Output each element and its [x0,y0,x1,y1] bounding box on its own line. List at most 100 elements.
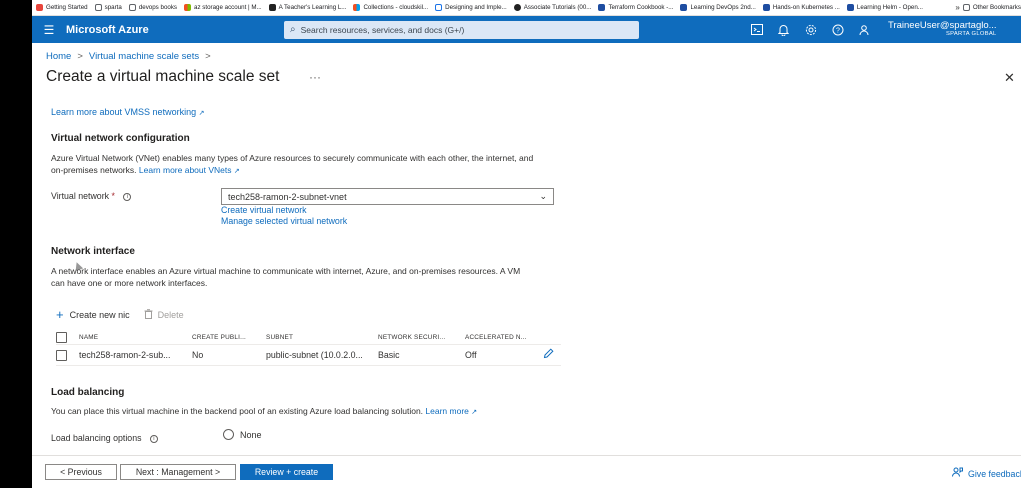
bookmark-hands-on-k8s[interactable]: Hands-on Kubernetes ... [762,4,840,11]
review-create-button[interactable]: Review + create [240,464,333,480]
vnet-selected-value: tech258-ramon-2-subnet-vnet [228,191,347,202]
column-header-name[interactable]: NAME [79,334,192,341]
page-title: Create a virtual machine scale set [46,68,280,85]
shield-icon [680,4,688,11]
wizard-footer: < Previous Next : Management > Review + … [32,455,1021,488]
bookmark-terraform[interactable]: Terraform Cookbook -... [598,4,673,11]
shield-icon [598,4,606,11]
folder-icon [962,4,970,11]
double-chevron-right-icon[interactable]: » [955,3,959,12]
create-nic-button[interactable]: + Create new nic [56,307,130,322]
bookmark-associate[interactable]: Associate Tutorials (00... [513,4,591,11]
plus-icon: + [56,307,64,322]
bookmark-sparta[interactable]: sparta [94,4,122,11]
breadcrumb-separator: > [77,51,83,62]
chevron-down-icon: ⌄ [539,191,547,201]
nic-description: A network interface enables an Azure vir… [51,266,521,288]
azure-top-bar: ☰ Microsoft Azure ⌕ Search resources, se… [32,16,1021,43]
hamburger-menu-icon[interactable]: ☰ [32,16,66,43]
cell-accelerated: Off [465,350,477,360]
column-header-public-ip[interactable]: CREATE PUBLI... [192,334,266,341]
settings-gear-icon[interactable] [797,16,824,43]
bookmark-devops-books[interactable]: devops books [128,4,177,11]
info-icon[interactable]: i [149,434,158,443]
bookmarks-bar: Getting Started sparta devops books az s… [32,0,1021,16]
lb-option-none[interactable]: None [223,429,262,440]
global-search-input[interactable]: ⌕ Search resources, services, and docs (… [284,20,639,39]
account-org: SPARTA GLOBAL [945,31,997,38]
breadcrumb-home[interactable]: Home [46,51,71,62]
bookmark-other[interactable]: Other Bookmarks [962,4,1021,11]
next-management-button[interactable]: Next : Management > [120,464,236,480]
create-vnet-link[interactable]: Create virtual network [221,205,307,215]
browser-window: Getting Started sparta devops books az s… [32,0,1021,488]
required-asterisk: * [111,191,115,201]
row-checkbox[interactable] [56,349,67,361]
radio-button[interactable] [223,429,234,440]
notifications-bell-icon[interactable] [770,16,797,43]
vnet-config-heading: Virtual network configuration [51,133,190,144]
account-menu[interactable]: TraineeUser@spartaglo... SPARTA GLOBAL [888,21,997,37]
search-icon: ⌕ [290,24,296,35]
microsoft-logo-icon [353,4,361,11]
bookmark-az-storage[interactable]: az storage account | M... [184,4,262,11]
learn-more-vmss-link[interactable]: Learn more about VMSS networking ↗ [51,107,204,117]
trash-icon [144,308,153,321]
breadcrumb-separator: > [205,51,211,62]
breadcrumb-vmss[interactable]: Virtual machine scale sets [89,51,199,62]
lb-description: You can place this virtual machine in th… [51,406,478,416]
feedback-person-icon[interactable] [851,16,878,43]
bookmark-designing[interactable]: Designing and Imple... [435,4,507,11]
vnet-field-label: Virtual network * i [51,191,132,201]
learn-more-lb-link[interactable]: Learn more ↗ [425,406,477,416]
bookmark-icon [36,4,43,11]
external-link-icon: ↗ [233,168,240,175]
cell-name: tech258-ramon-2-sub... [79,350,171,360]
learn-more-vnets-link[interactable]: Learn more about VNets ↗ [139,165,240,175]
form-content: Learn more about VMSS networking ↗ Virtu… [32,95,1021,455]
breadcrumb: Home > Virtual machine scale sets > [46,51,211,62]
previous-button[interactable]: < Previous [45,464,117,480]
bookmark-getting-started[interactable]: Getting Started [36,4,88,11]
nic-table: NAME CREATE PUBLI... SUBNET NETWORK SECU… [56,330,561,366]
info-icon[interactable]: i [123,192,132,201]
help-question-icon[interactable]: ? [824,16,851,43]
delete-nic-button[interactable]: Delete [144,308,184,321]
site-icon [268,4,276,11]
folder-icon [94,4,102,11]
select-all-checkbox[interactable] [56,331,67,343]
bookmark-learning-devops[interactable]: Learning DevOps 2nd... [680,4,756,11]
virtual-network-select[interactable]: tech258-ramon-2-subnet-vnet ⌄ [221,188,554,205]
github-icon [513,4,521,11]
column-header-subnet[interactable]: SUBNET [266,334,378,341]
column-header-nsg[interactable]: NETWORK SECURI... [378,334,465,341]
top-bar-icons: ? [743,16,878,43]
load-balancing-heading: Load balancing [51,387,125,398]
feedback-icon [952,467,963,480]
table-header: NAME CREATE PUBLI... SUBNET NETWORK SECU… [56,330,561,344]
table-row[interactable]: tech258-ramon-2-sub... No public-subnet … [56,344,561,366]
manage-vnet-link[interactable]: Manage selected virtual network [221,216,347,226]
give-feedback-link[interactable]: Give feedback [952,467,1021,480]
folder-icon [128,4,136,11]
bookmark-teacher[interactable]: A Teacher's Learning L... [268,4,346,11]
cell-nsg: Basic [378,350,400,360]
shield-icon [846,4,854,11]
external-link-icon: ↗ [471,409,478,416]
document-icon [435,4,443,11]
close-icon[interactable]: ✕ [1004,70,1015,86]
external-link-icon: ↗ [198,110,205,117]
bookmark-collections[interactable]: Collections - cloudskil... [353,4,428,11]
edit-pencil-icon[interactable] [543,348,554,362]
search-placeholder: Search resources, services, and docs (G+… [300,24,465,35]
svg-text:?: ? [836,27,840,34]
bookmark-learning-helm[interactable]: Learning Helm - Open... [846,4,923,11]
more-options-icon[interactable]: ··· [309,70,321,84]
column-header-accelerated[interactable]: ACCELERATED N... [465,334,543,341]
cloud-shell-icon[interactable] [743,16,770,43]
brand-name[interactable]: Microsoft Azure [66,24,284,36]
account-user: TraineeUser@spartaglo... [888,20,997,32]
lb-options-label: Load balancing options i [51,433,158,443]
vnet-description: Azure Virtual Network (VNet) enables man… [51,153,534,175]
cell-public-ip: No [192,350,204,360]
